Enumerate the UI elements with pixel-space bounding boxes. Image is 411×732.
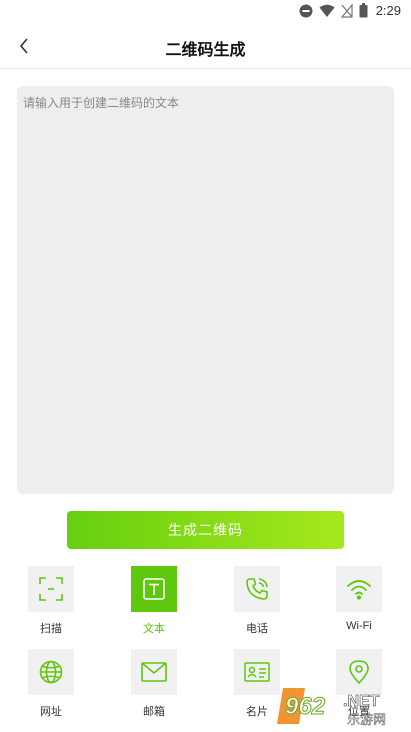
text-icon [143, 578, 165, 600]
text-input-container [17, 86, 394, 494]
watermark-tagline: 乐游网 [347, 713, 386, 728]
type-text[interactable]: 文本 [114, 566, 194, 636]
battery-icon [359, 3, 368, 18]
type-label: 扫描 [40, 623, 62, 635]
phone-icon [246, 578, 268, 600]
page-title: 二维码生成 [165, 42, 246, 59]
app-bar: 二维码生成 [0, 24, 411, 68]
status-bar: 2:29 [0, 0, 411, 24]
wifi-icon [347, 580, 371, 600]
type-scan[interactable]: 扫描 [11, 566, 91, 636]
header-divider [0, 68, 411, 69]
type-phone[interactable]: 电话 [217, 566, 297, 636]
do-not-disturb-icon [299, 4, 313, 17]
watermark-logo: 962 .NET 乐游网 [277, 688, 386, 728]
watermark-number: 962 [285, 693, 326, 720]
status-time: 2:29 [375, 3, 401, 18]
watermark-suffix: .NET [343, 693, 380, 710]
no-signal-icon [340, 3, 353, 18]
contact-card-icon [244, 662, 270, 682]
type-wifi[interactable]: Wi-Fi [319, 566, 399, 632]
scan-icon [39, 577, 63, 601]
type-url[interactable]: 网址 [11, 649, 91, 719]
qr-text-input[interactable] [17, 86, 394, 494]
type-label: 电话 [246, 623, 268, 635]
type-label: 邮箱 [143, 706, 165, 718]
type-label: 文本 [143, 623, 165, 635]
type-label: Wi-Fi [346, 620, 372, 632]
location-pin-icon [349, 660, 369, 684]
mail-icon [141, 662, 167, 682]
wifi-icon [319, 4, 335, 17]
generate-qr-button[interactable]: 生成二维码 [67, 511, 344, 549]
type-label: 网址 [40, 706, 62, 718]
type-email[interactable]: 邮箱 [114, 649, 194, 719]
globe-icon [39, 660, 63, 684]
